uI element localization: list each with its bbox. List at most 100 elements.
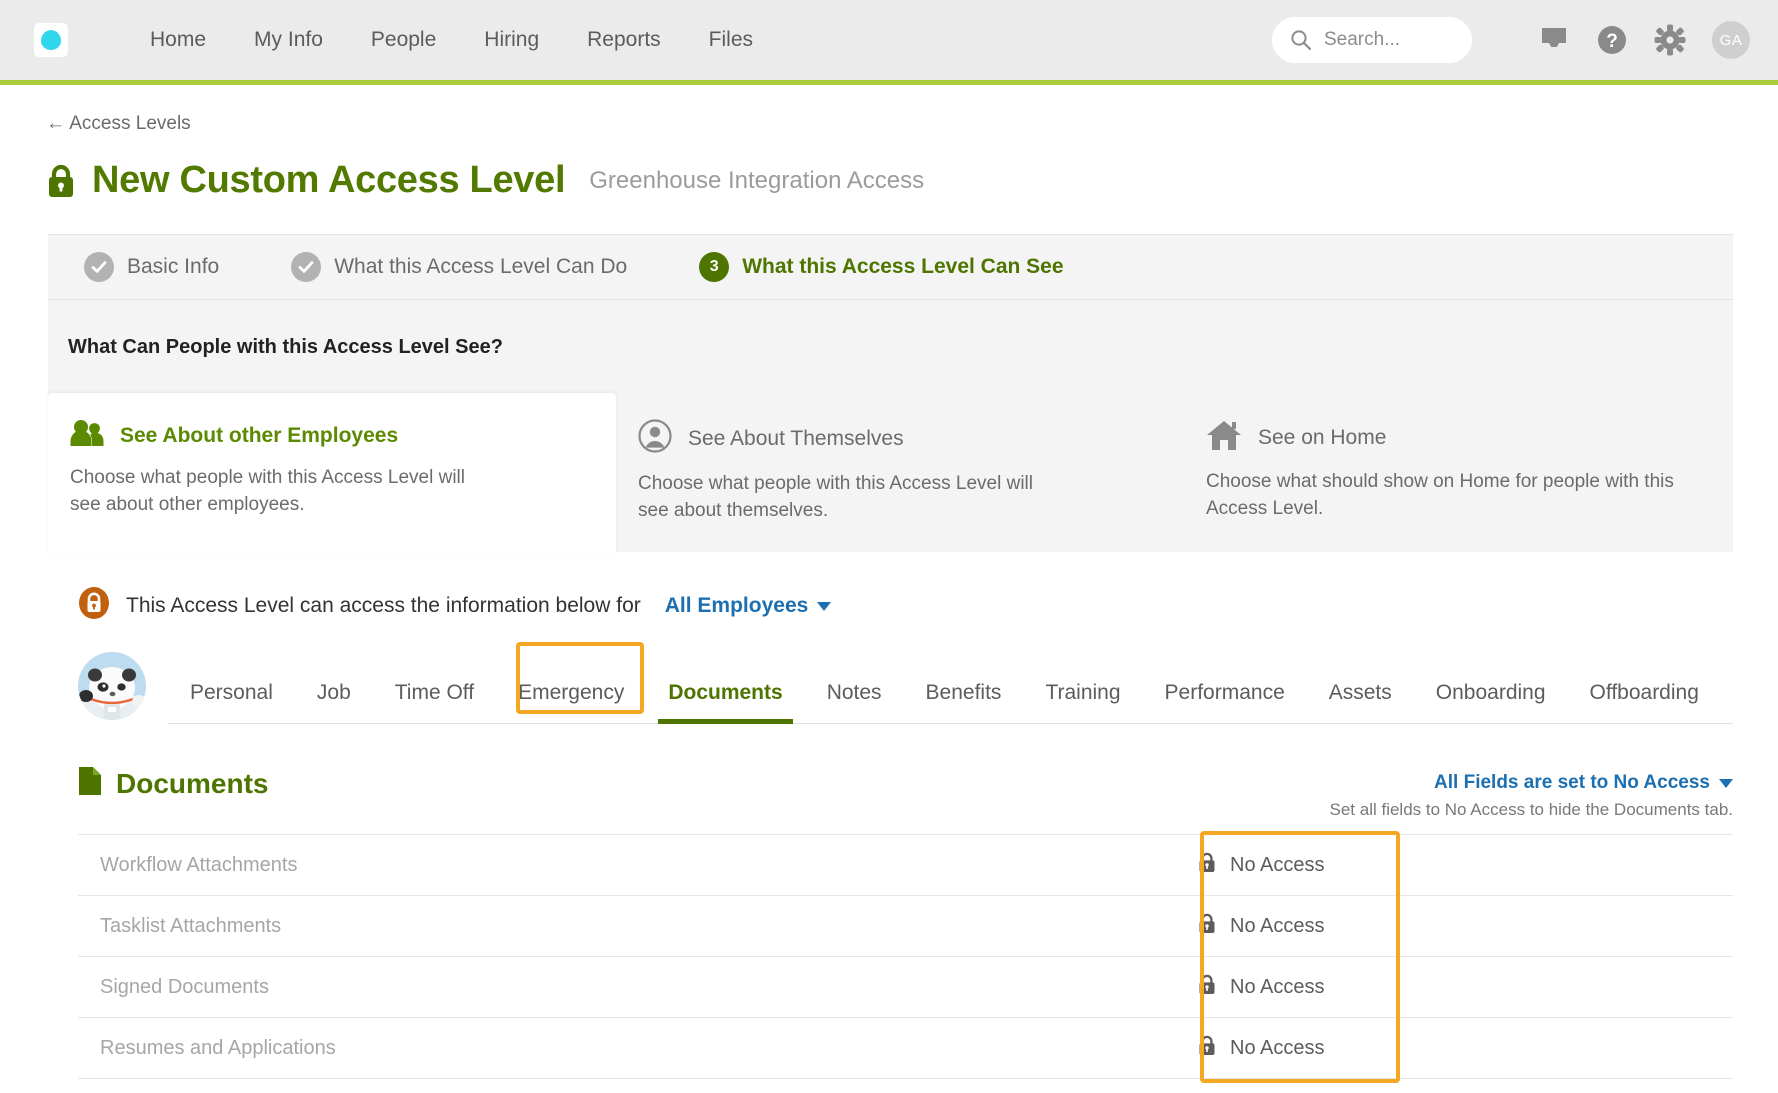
access-scope-row: This Access Level can access the informa… [78, 586, 1778, 626]
option-card-desc: Choose what people with this Access Leve… [638, 473, 1033, 522]
nav-right-cluster: ? GA [1272, 17, 1750, 63]
option-card-desc: Choose what people with this Access Leve… [70, 467, 465, 516]
tab-offboarding[interactable]: Offboarding [1568, 681, 1721, 723]
breadcrumb-arrow-icon: ← [46, 113, 65, 134]
what-can-see-panel: What Can People with this Access Level S… [48, 300, 1733, 553]
field-access-dropdown[interactable]: No Access [1198, 1035, 1324, 1062]
people-icon [70, 419, 104, 452]
help-icon[interactable]: ? [1596, 24, 1628, 56]
search-input[interactable] [1324, 29, 1454, 51]
field-access-value: No Access [1230, 1036, 1325, 1059]
page-body: ← Access Levels New Custom Access Level … [0, 85, 1778, 1084]
option-card-see-on-home[interactable]: See on Home Choose what should show on H… [1184, 393, 1752, 552]
lock-icon [1198, 852, 1216, 879]
tab-documents[interactable]: Documents [646, 681, 804, 725]
field-access-dropdown[interactable]: No Access [1198, 852, 1324, 879]
table-row: Tasklist Attachments No Access [78, 896, 1733, 958]
tab-assets[interactable]: Assets [1307, 681, 1414, 723]
inbox-icon[interactable] [1538, 25, 1570, 55]
access-scope-dropdown[interactable]: All Employees [665, 594, 832, 618]
document-icon [78, 766, 102, 801]
option-card-title: See on Home [1258, 425, 1387, 449]
nav-item-people[interactable]: People [347, 28, 460, 52]
field-access-dropdown[interactable]: No Access [1198, 974, 1324, 1001]
option-card-see-about-themselves[interactable]: See About Themselves Choose what people … [616, 393, 1184, 552]
check-icon [84, 252, 114, 282]
tab-training[interactable]: Training [1023, 681, 1142, 723]
user-avatar[interactable]: GA [1712, 21, 1750, 59]
field-access-value: No Access [1230, 853, 1325, 876]
wizard-steps: Basic Info What this Access Level Can Do… [48, 234, 1733, 300]
access-scope-text: This Access Level can access the informa… [126, 594, 641, 618]
field-name: Workflow Attachments [100, 853, 298, 876]
breadcrumb[interactable]: ← Access Levels [0, 85, 1778, 135]
field-access-value: No Access [1230, 975, 1325, 998]
nav-item-my-info[interactable]: My Info [230, 28, 347, 52]
breadcrumb-link-access-levels[interactable]: Access Levels [69, 113, 190, 134]
tab-performance[interactable]: Performance [1143, 681, 1307, 723]
documents-field-list: Workflow Attachments No Access Tasklist … [78, 831, 1733, 1084]
documents-section-header: Documents All Fields are set to No Acces… [78, 724, 1733, 820]
tab-personal[interactable]: Personal [168, 681, 295, 723]
field-name: Signed Documents [100, 975, 269, 998]
tab-list: Personal Job Time Off Emergency Document… [168, 664, 1733, 725]
employee-section-tabs: Personal Job Time Off Emergency Document… [78, 642, 1733, 725]
option-card-see-about-other-employees[interactable]: See About other Employees Choose what pe… [48, 393, 616, 553]
page-title: New Custom Access Level [92, 159, 566, 201]
tab-emergency[interactable]: Emergency [496, 681, 646, 723]
table-row: Workflow Attachments No Access [78, 835, 1733, 897]
nav-item-home[interactable]: Home [126, 28, 230, 52]
tab-job[interactable]: Job [295, 681, 373, 723]
step-what-can-do[interactable]: What this Access Level Can Do [291, 252, 627, 282]
panda-astronaut-avatar [78, 652, 146, 721]
access-scope-value: All Employees [664, 594, 809, 618]
field-access-dropdown[interactable]: No Access [1198, 913, 1324, 940]
page-subtitle: Greenhouse Integration Access [589, 166, 925, 194]
field-access-value: No Access [1230, 914, 1325, 937]
lock-icon [1198, 974, 1216, 1001]
bamboohr-logo[interactable] [34, 23, 68, 57]
step-what-can-see[interactable]: 3 What this Access Level Can See [699, 252, 1064, 282]
svg-text:?: ? [1606, 31, 1618, 52]
documents-section: Documents All Fields are set to No Acces… [78, 724, 1733, 1084]
option-card-desc: Choose what should show on Home for peop… [1206, 471, 1674, 520]
step-basic-info[interactable]: Basic Info [84, 252, 219, 282]
tab-notes[interactable]: Notes [805, 681, 904, 723]
chevron-down-icon [817, 602, 832, 612]
primary-nav: Home My Info People Hiring Reports Files [126, 28, 777, 52]
all-fields-dropdown[interactable]: All Fields are set to No Access [1330, 772, 1733, 794]
documents-title: Documents [116, 767, 269, 799]
step-number-badge: 3 [699, 252, 730, 282]
nav-item-reports[interactable]: Reports [563, 28, 685, 52]
lock-icon [1198, 913, 1216, 940]
option-card-title: See About other Employees [120, 423, 399, 447]
logo-leaf-icon [41, 30, 61, 50]
search-box[interactable] [1272, 17, 1472, 63]
option-card-list: See About other Employees Choose what pe… [48, 393, 1733, 553]
all-fields-hint: Set all fields to No Access to hide the … [1329, 800, 1734, 820]
orange-lock-icon [78, 586, 110, 626]
step-label: What this Access Level Can See [742, 255, 1064, 278]
option-card-title: See About Themselves [688, 426, 904, 450]
chevron-down-icon [1719, 778, 1733, 788]
search-icon [1290, 29, 1312, 51]
page-title-row: New Custom Access Level Greenhouse Integ… [0, 135, 1778, 202]
person-circle-icon [638, 419, 672, 458]
check-icon [291, 252, 322, 282]
lock-icon [46, 163, 76, 199]
panel-heading: What Can People with this Access Level S… [68, 336, 503, 358]
nav-item-hiring[interactable]: Hiring [460, 28, 563, 52]
step-label: What this Access Level Can Do [334, 255, 628, 278]
table-row: Resumes and Applications No Access [78, 1018, 1733, 1080]
tab-time-off[interactable]: Time Off [373, 681, 496, 723]
lock-icon [1198, 1035, 1216, 1062]
top-navigation-bar: Home My Info People Hiring Reports Files [0, 0, 1778, 85]
all-fields-label: All Fields are set to No Access [1434, 772, 1710, 794]
step-label: Basic Info [127, 255, 220, 278]
field-name: Tasklist Attachments [100, 914, 282, 937]
nav-item-files[interactable]: Files [685, 28, 777, 52]
table-row: Signed Documents No Access [78, 957, 1733, 1019]
tab-benefits[interactable]: Benefits [904, 681, 1024, 723]
gear-icon[interactable] [1654, 24, 1686, 56]
tab-onboarding[interactable]: Onboarding [1414, 681, 1568, 723]
